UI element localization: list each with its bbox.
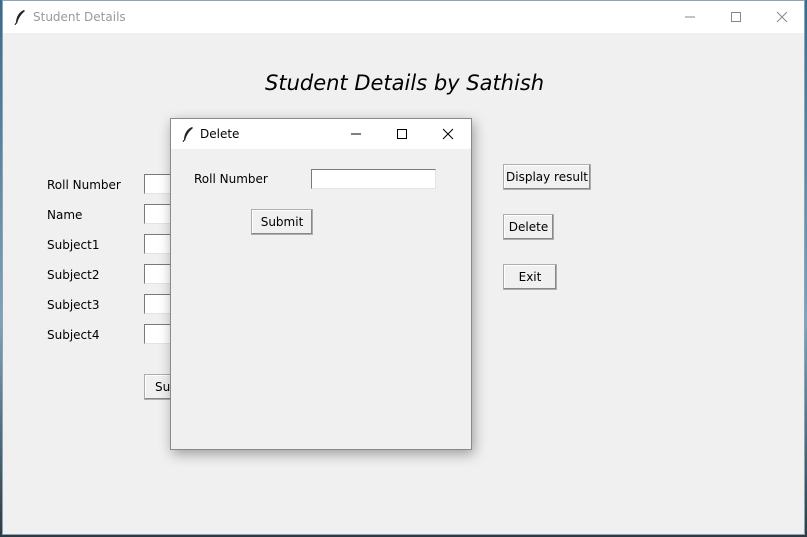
name-label: Name bbox=[47, 208, 83, 222]
close-button[interactable] bbox=[759, 1, 805, 33]
page-title: Student Details by Sathish bbox=[265, 71, 545, 95]
maximize-icon bbox=[731, 12, 741, 22]
delete-dialog: Delete Roll Number Submit bbox=[170, 118, 472, 450]
delete-button[interactable]: Delete bbox=[503, 214, 554, 240]
subject2-label: Subject2 bbox=[47, 268, 100, 282]
close-icon bbox=[442, 128, 454, 140]
subject4-label: Subject4 bbox=[47, 328, 100, 342]
roll-number-label: Roll Number bbox=[47, 178, 121, 192]
subject1-label: Subject1 bbox=[47, 238, 100, 252]
maximize-button[interactable] bbox=[713, 1, 759, 33]
dialog-minimize-button[interactable] bbox=[333, 119, 379, 149]
maximize-icon bbox=[397, 129, 407, 139]
dialog-close-button[interactable] bbox=[425, 119, 471, 149]
delete-dialog-titlebar[interactable]: Delete bbox=[171, 119, 471, 149]
dialog-roll-number-input[interactable] bbox=[311, 169, 436, 189]
minimize-icon bbox=[685, 16, 695, 18]
minimize-button[interactable] bbox=[667, 1, 713, 33]
delete-dialog-title: Delete bbox=[200, 127, 240, 141]
delete-dialog-body: Roll Number Submit bbox=[171, 149, 471, 449]
subject3-label: Subject3 bbox=[47, 298, 100, 312]
close-icon bbox=[776, 11, 788, 23]
exit-button[interactable]: Exit bbox=[503, 264, 557, 290]
window-title: Student Details bbox=[33, 10, 126, 24]
dialog-submit-button[interactable]: Submit bbox=[251, 209, 313, 235]
dialog-roll-number-label: Roll Number bbox=[194, 172, 268, 186]
feather-icon bbox=[182, 127, 193, 142]
display-result-button[interactable]: Display result bbox=[503, 164, 591, 190]
main-titlebar[interactable]: Student Details bbox=[3, 1, 804, 33]
minimize-icon bbox=[351, 133, 361, 135]
feather-icon bbox=[14, 10, 25, 25]
dialog-maximize-button[interactable] bbox=[379, 119, 425, 149]
